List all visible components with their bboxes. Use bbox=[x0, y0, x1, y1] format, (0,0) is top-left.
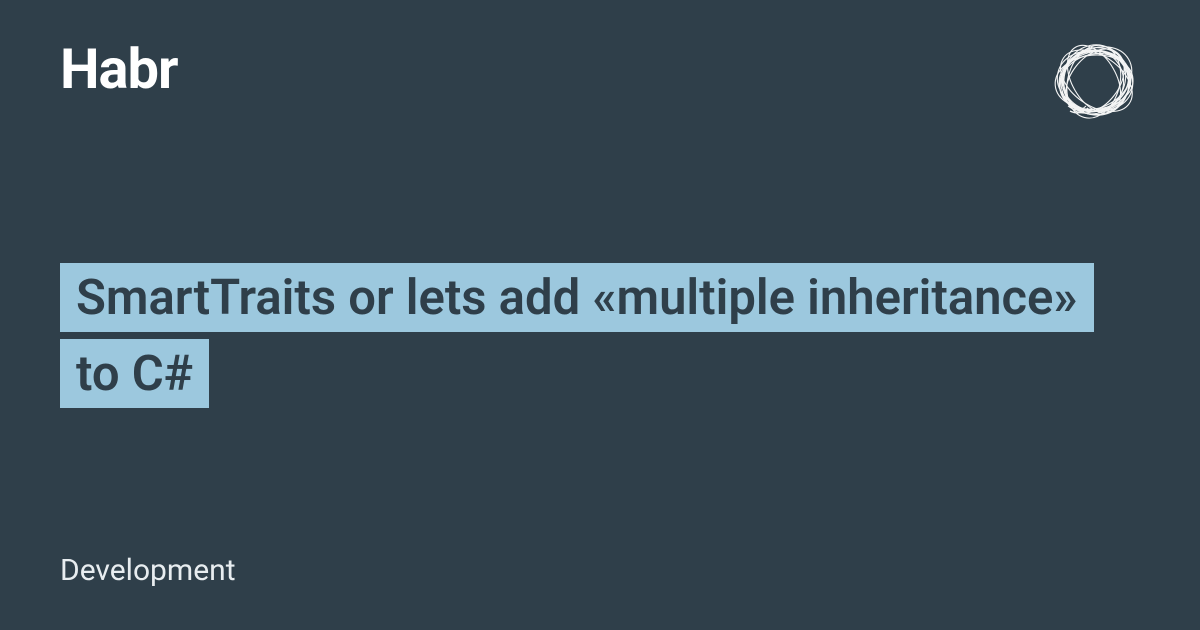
article-title: SmartTraits or lets add «multiple inheri… bbox=[60, 263, 1094, 408]
article-category: Development bbox=[60, 553, 236, 588]
header: Habr bbox=[60, 36, 1140, 126]
site-logo-icon bbox=[1050, 36, 1140, 126]
article-title-container: SmartTraits or lets add «multiple inheri… bbox=[60, 260, 1080, 412]
site-logo-text: Habr bbox=[60, 36, 178, 102]
